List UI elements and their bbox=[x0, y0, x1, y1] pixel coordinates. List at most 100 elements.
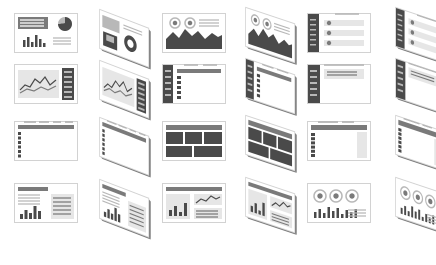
list-item bbox=[64, 76, 72, 78]
ui-mockup-thumbnail bbox=[162, 64, 226, 104]
block bbox=[166, 146, 192, 157]
bar bbox=[169, 210, 172, 216]
block bbox=[166, 132, 183, 144]
sidebar-item bbox=[310, 94, 317, 96]
bar bbox=[254, 202, 257, 214]
toggle bbox=[326, 20, 332, 26]
list-item bbox=[64, 96, 72, 98]
list-item bbox=[64, 86, 72, 88]
sidebar-item bbox=[310, 24, 316, 26]
bar bbox=[425, 213, 428, 223]
sidebar-item bbox=[310, 76, 317, 78]
cell bbox=[177, 81, 181, 84]
bar bbox=[29, 213, 32, 219]
header-bar bbox=[166, 125, 222, 130]
table-header bbox=[311, 125, 367, 130]
bar bbox=[314, 212, 317, 218]
block bbox=[204, 132, 222, 144]
cell bbox=[18, 145, 21, 149]
bar bbox=[23, 40, 26, 47]
table-header bbox=[18, 125, 74, 129]
mockup-canvas bbox=[14, 6, 436, 240]
bar bbox=[407, 210, 410, 217]
sidebar-item bbox=[310, 19, 316, 21]
bar bbox=[39, 39, 42, 47]
ui-mockup-thumbnail bbox=[162, 183, 226, 223]
sidebar-item bbox=[310, 70, 317, 72]
gauge-core bbox=[349, 193, 355, 199]
bar bbox=[107, 208, 110, 219]
sidebar-item bbox=[165, 82, 171, 84]
sidebar-item bbox=[165, 76, 171, 78]
ui-mockup-thumbnail bbox=[395, 176, 436, 235]
sidebar-item bbox=[310, 39, 316, 41]
side-panel bbox=[357, 132, 367, 158]
list-item bbox=[64, 91, 72, 93]
block bbox=[185, 132, 202, 144]
cell bbox=[18, 154, 21, 158]
bar bbox=[258, 210, 261, 215]
bar bbox=[117, 213, 121, 223]
ui-mockup-thumbnail bbox=[245, 6, 297, 65]
ui-mockup-thumbnail bbox=[245, 176, 297, 235]
cell bbox=[18, 141, 21, 144]
list-item bbox=[64, 81, 72, 83]
cell bbox=[177, 86, 181, 89]
bar bbox=[43, 43, 46, 47]
gauge-core bbox=[187, 20, 193, 26]
sidebar-item bbox=[310, 88, 317, 90]
ui-mockup-thumbnail bbox=[307, 183, 371, 223]
cell bbox=[177, 76, 181, 79]
table-header bbox=[177, 69, 221, 73]
ui-mockup-thumbnail bbox=[99, 178, 151, 240]
block bbox=[194, 146, 222, 157]
ui-mockup-thumbnail bbox=[395, 57, 436, 116]
ui-mockup-thumbnail bbox=[395, 6, 436, 65]
bar bbox=[262, 202, 265, 217]
cell bbox=[311, 145, 315, 149]
bar bbox=[414, 211, 417, 219]
bar bbox=[336, 208, 339, 218]
bar bbox=[411, 206, 414, 218]
ui-mockup-thumbnail bbox=[307, 13, 371, 53]
bar bbox=[174, 206, 177, 216]
ui-mockup-thumbnail bbox=[395, 114, 436, 173]
title-bar bbox=[18, 187, 48, 191]
gauge-core bbox=[333, 193, 339, 199]
bar bbox=[27, 37, 30, 47]
bar bbox=[400, 207, 403, 215]
bar bbox=[323, 213, 326, 218]
sidebar-item bbox=[165, 88, 171, 90]
bar bbox=[179, 212, 182, 216]
bar bbox=[341, 214, 344, 218]
ui-mockup-thumbnail bbox=[99, 116, 151, 178]
bar bbox=[35, 35, 38, 47]
sidebar-item bbox=[310, 34, 316, 36]
thumbnail-content bbox=[18, 68, 74, 100]
thumbnail-content bbox=[166, 125, 222, 157]
bar bbox=[184, 203, 187, 216]
ui-mockup-thumbnail bbox=[99, 59, 151, 121]
chart-panel bbox=[18, 70, 59, 98]
ui-mockup-thumbnail bbox=[14, 183, 78, 223]
sidebar-item bbox=[165, 94, 171, 96]
toggle bbox=[326, 30, 332, 36]
ui-mockup-thumbnail bbox=[14, 13, 78, 53]
cell bbox=[311, 137, 315, 141]
cell bbox=[311, 154, 315, 157]
header-bar bbox=[166, 187, 222, 191]
bar bbox=[33, 206, 37, 219]
sidebar-item bbox=[310, 44, 316, 46]
ui-mockup-thumbnail bbox=[14, 121, 78, 161]
bar bbox=[421, 216, 424, 222]
gauge-core bbox=[172, 20, 178, 26]
toggle bbox=[326, 40, 332, 46]
gauge-core bbox=[317, 193, 323, 199]
bar bbox=[38, 211, 41, 219]
bar bbox=[250, 205, 254, 213]
bar bbox=[318, 209, 321, 218]
ui-mockup-thumbnail bbox=[162, 121, 226, 161]
sidebar-item bbox=[165, 70, 171, 72]
bar bbox=[327, 207, 330, 218]
mockup-grid bbox=[0, 0, 436, 261]
